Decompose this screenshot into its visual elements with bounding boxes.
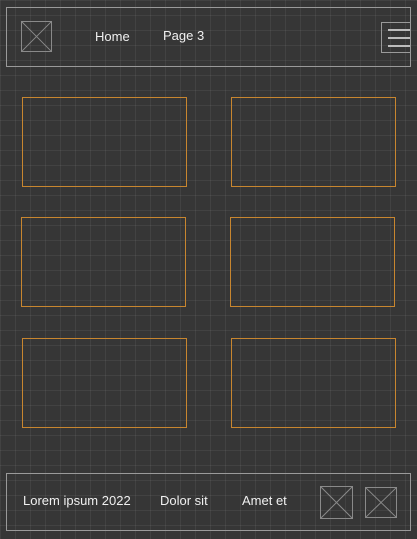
content-card[interactable] — [230, 217, 395, 307]
nav-home[interactable]: Home — [95, 29, 130, 45]
hamburger-menu-icon[interactable] — [381, 22, 411, 53]
content-card[interactable] — [231, 338, 396, 428]
footer-item[interactable]: Amet et — [242, 493, 287, 509]
image-placeholder-icon[interactable] — [365, 487, 397, 518]
content-card[interactable] — [22, 338, 187, 428]
footer-item[interactable]: Lorem ipsum 2022 — [23, 493, 131, 509]
image-placeholder-icon[interactable] — [320, 486, 353, 519]
content-card[interactable] — [231, 97, 396, 187]
header-bar — [6, 7, 411, 67]
content-card[interactable] — [22, 97, 187, 187]
nav-page-3[interactable]: Page 3 — [163, 28, 204, 44]
logo-placeholder-icon[interactable] — [21, 21, 52, 52]
footer-item[interactable]: Dolor sit — [160, 493, 208, 509]
content-card[interactable] — [21, 217, 186, 307]
